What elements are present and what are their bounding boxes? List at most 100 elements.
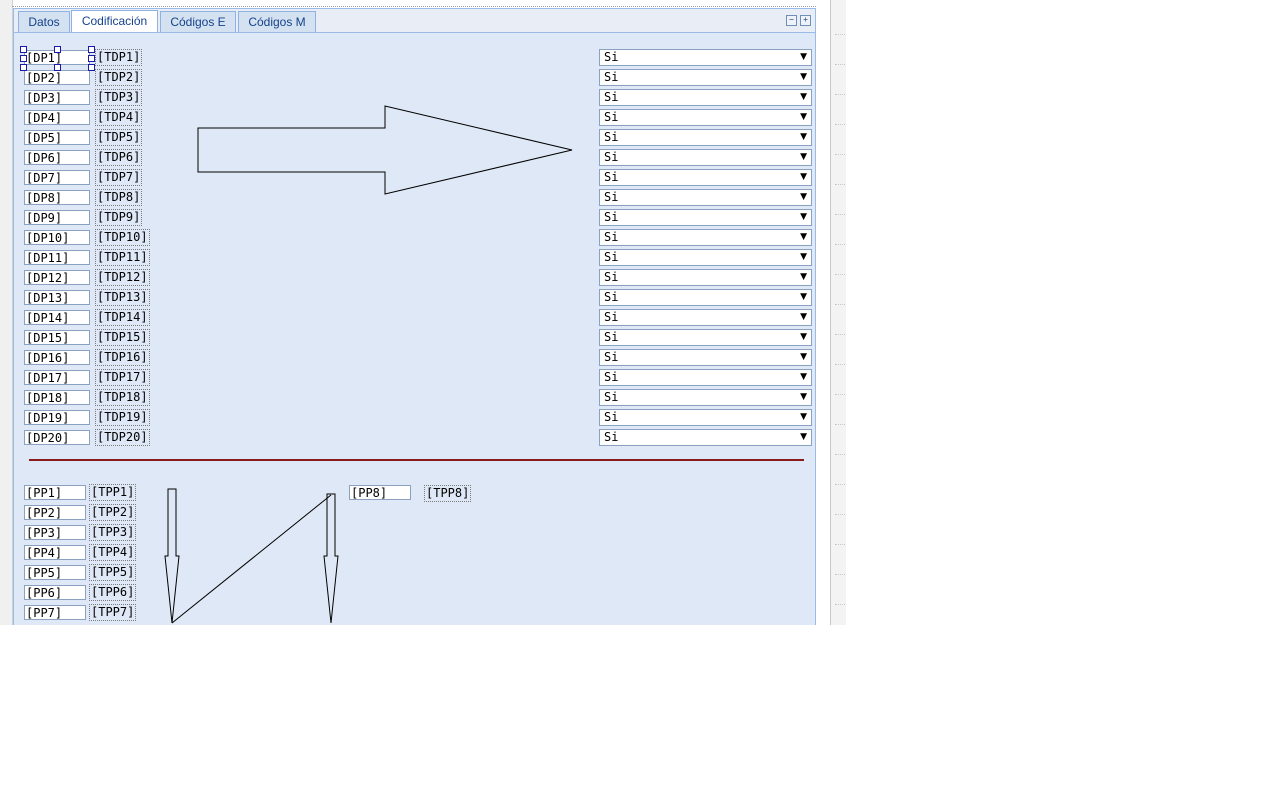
dropdown-arrow-icon[interactable]: ▼ [800, 70, 807, 85]
tdp-label[interactable]: [TDP1] [95, 49, 143, 66]
tdp-label[interactable]: [TDP3] [95, 89, 143, 106]
tdp-label[interactable]: [TDP6] [95, 149, 143, 166]
dp-field[interactable]: [DP6] [24, 150, 90, 165]
tdp-label[interactable]: [TDP14] [95, 309, 150, 326]
tdp-label[interactable]: [TDP20] [95, 429, 150, 446]
tpp-label[interactable]: [TPP6] [89, 584, 137, 601]
dp-field[interactable]: [DP7] [24, 170, 90, 185]
dropdown-arrow-icon[interactable]: ▼ [800, 110, 807, 125]
dropdown-arrow-icon[interactable]: ▼ [800, 390, 807, 405]
pp-field[interactable]: [PP5] [24, 565, 86, 580]
dp-field[interactable]: [DP19] [24, 410, 90, 425]
selection-handle[interactable] [20, 64, 27, 71]
expand-icon[interactable]: + [800, 15, 811, 26]
tpp-label[interactable]: [TPP5] [89, 564, 137, 581]
si-dropdown[interactable]: Si ▼ [599, 369, 812, 386]
dp-field[interactable]: [DP12] [24, 270, 90, 285]
si-dropdown[interactable]: Si ▼ [599, 69, 812, 86]
tpp8-label[interactable]: [TPP8] [424, 485, 472, 502]
dropdown-arrow-icon[interactable]: ▼ [800, 350, 807, 365]
si-dropdown[interactable]: Si ▼ [599, 409, 812, 426]
dp-field[interactable]: [DP3] [24, 90, 90, 105]
dp-field[interactable]: [DP14] [24, 310, 90, 325]
collapse-icon[interactable]: − [786, 15, 797, 26]
selection-handle[interactable] [20, 55, 27, 62]
dropdown-arrow-icon[interactable]: ▼ [800, 190, 807, 205]
selection-handle[interactable] [54, 64, 61, 71]
tdp-label[interactable]: [TDP18] [95, 389, 150, 406]
si-dropdown[interactable]: Si ▼ [599, 209, 812, 226]
si-dropdown[interactable]: Si ▼ [599, 229, 812, 246]
tpp-label[interactable]: [TPP2] [89, 504, 137, 521]
right-arrow-shape[interactable] [197, 105, 573, 195]
dp-field[interactable]: [DP9] [24, 210, 90, 225]
dp-field[interactable]: [DP8] [24, 190, 90, 205]
tpp-label[interactable]: [TPP3] [89, 524, 137, 541]
dropdown-arrow-icon[interactable]: ▼ [800, 50, 807, 65]
dropdown-arrow-icon[interactable]: ▼ [800, 250, 807, 265]
dropdown-arrow-icon[interactable]: ▼ [800, 290, 807, 305]
tpp-label[interactable]: [TPP7] [89, 604, 137, 621]
dp-field[interactable]: [DP20] [24, 430, 90, 445]
dropdown-arrow-icon[interactable]: ▼ [800, 310, 807, 325]
down-arrow-right-shape[interactable] [323, 493, 339, 624]
dp-field[interactable]: [DP18] [24, 390, 90, 405]
tdp-label[interactable]: [TDP15] [95, 329, 150, 346]
tpp-label[interactable]: [TPP4] [89, 544, 137, 561]
diagonal-connector-line[interactable] [171, 494, 332, 624]
tdp-label[interactable]: [TDP8] [95, 189, 143, 206]
pp-field[interactable]: [PP4] [24, 545, 86, 560]
pp-field[interactable]: [PP6] [24, 585, 86, 600]
tdp-label[interactable]: [TDP16] [95, 349, 150, 366]
tab-codigos-m[interactable]: Códigos M [238, 11, 316, 32]
si-dropdown[interactable]: Si ▼ [599, 429, 812, 446]
si-dropdown[interactable]: Si ▼ [599, 109, 812, 126]
tab-codificacion[interactable]: Codificación [71, 10, 158, 32]
tdp-label[interactable]: [TDP19] [95, 409, 150, 426]
dropdown-arrow-icon[interactable]: ▼ [800, 370, 807, 385]
tdp-label[interactable]: [TDP9] [95, 209, 143, 226]
dropdown-arrow-icon[interactable]: ▼ [800, 130, 807, 145]
down-arrow-left-shape[interactable] [164, 488, 180, 624]
tdp-label[interactable]: [TDP12] [95, 269, 150, 286]
si-dropdown[interactable]: Si ▼ [599, 349, 812, 366]
si-dropdown[interactable]: Si ▼ [599, 189, 812, 206]
dp-field[interactable]: [DP15] [24, 330, 90, 345]
pp-field[interactable]: [PP1] [24, 485, 86, 500]
tdp-label[interactable]: [TDP11] [95, 249, 150, 266]
dropdown-arrow-icon[interactable]: ▼ [800, 230, 807, 245]
tpp-label[interactable]: [TPP1] [89, 484, 137, 501]
dp-field[interactable]: [DP5] [24, 130, 90, 145]
tab-datos[interactable]: Datos [18, 11, 70, 32]
si-dropdown[interactable]: Si ▼ [599, 169, 812, 186]
pp-field[interactable]: [PP3] [24, 525, 86, 540]
si-dropdown[interactable]: Si ▼ [599, 329, 812, 346]
tdp-label[interactable]: [TDP2] [95, 69, 143, 86]
si-dropdown[interactable]: Si ▼ [599, 309, 812, 326]
selection-handle[interactable] [20, 46, 27, 53]
pp-field[interactable]: [PP2] [24, 505, 86, 520]
si-dropdown[interactable]: Si ▼ [599, 149, 812, 166]
dropdown-arrow-icon[interactable]: ▼ [800, 90, 807, 105]
tdp-label[interactable]: [TDP5] [95, 129, 143, 146]
si-dropdown[interactable]: Si ▼ [599, 49, 812, 66]
tdp-label[interactable]: [TDP4] [95, 109, 143, 126]
dropdown-arrow-icon[interactable]: ▼ [800, 330, 807, 345]
dropdown-arrow-icon[interactable]: ▼ [800, 210, 807, 225]
tdp-label[interactable]: [TDP7] [95, 169, 143, 186]
tdp-label[interactable]: [TDP13] [95, 289, 150, 306]
dropdown-arrow-icon[interactable]: ▼ [800, 430, 807, 445]
si-dropdown[interactable]: Si ▼ [599, 129, 812, 146]
selection-handle[interactable] [88, 46, 95, 53]
dp-field[interactable]: [DP2] [24, 70, 90, 85]
dp-field[interactable]: [DP17] [24, 370, 90, 385]
si-dropdown[interactable]: Si ▼ [599, 249, 812, 266]
selection-handle[interactable] [88, 64, 95, 71]
tab-codigos-e[interactable]: Códigos E [160, 11, 236, 32]
dp-field[interactable]: [DP16] [24, 350, 90, 365]
dp-field[interactable]: [DP13] [24, 290, 90, 305]
dp-field[interactable]: [DP10] [24, 230, 90, 245]
dropdown-arrow-icon[interactable]: ▼ [800, 150, 807, 165]
selection-handle[interactable] [88, 55, 95, 62]
pp-field[interactable]: [PP7] [24, 605, 86, 620]
